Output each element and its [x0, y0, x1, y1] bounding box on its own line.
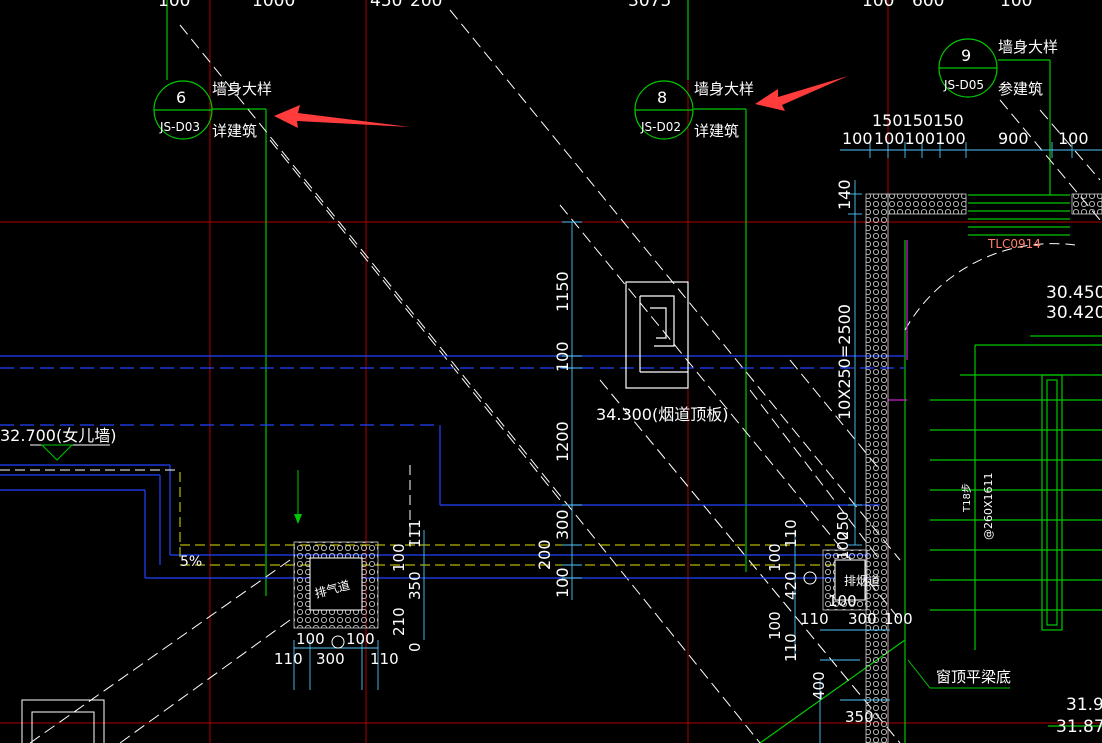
rdim-350: 350 — [845, 708, 874, 726]
callout-9-title: 墙身大样 — [998, 38, 1058, 56]
dim-100100100: 100100100 — [874, 129, 966, 148]
ldim-h100b: 100 — [346, 630, 375, 648]
callout-9-id: 9 — [961, 46, 971, 65]
elevation-30420: 30.420 — [1046, 303, 1102, 323]
top-dim-1: 100 — [158, 0, 190, 11]
rdim-400: 400 — [810, 671, 828, 700]
dim-100-b: 100 — [1058, 129, 1089, 148]
rdim-100: 100 — [766, 543, 784, 572]
smoke-duct-label: 排烟道 — [844, 574, 880, 588]
callout-8-id: 8 — [657, 88, 667, 107]
dim-900: 900 — [998, 129, 1029, 148]
ldim-h110b: 110 — [370, 650, 399, 668]
cad-drawing-canvas[interactable]: 100 1000 450 200 3075 100 600 100 6 JS-D… — [0, 0, 1102, 743]
ldim-350: 350 — [406, 571, 424, 600]
elevation-30450: 30.450 — [1046, 283, 1102, 303]
rdim-110: 110 — [782, 519, 800, 548]
vdim-140: 140 — [835, 179, 854, 210]
ldim-h300: 300 — [316, 650, 345, 668]
vdim-200: 200 — [535, 539, 554, 570]
dim-100-a: 100 — [842, 129, 873, 148]
window-beam-label: 窗顶平梁底 — [936, 668, 1011, 686]
top-dim-5: 3075 — [628, 0, 671, 11]
parapet-annotation: 32.700(女儿墙) — [0, 426, 116, 445]
rdim-h100b: 100 — [884, 610, 913, 628]
slope-label: 5% — [180, 554, 202, 570]
callout-8-note: 详建筑 — [694, 122, 739, 140]
callout-9-note: 参建筑 — [998, 80, 1043, 98]
rdim-h100: 100 — [828, 592, 857, 610]
ldim-111: 111 — [406, 519, 424, 548]
top-dim-8: 100 — [1000, 0, 1032, 11]
vdim-1150: 1150 — [553, 271, 572, 312]
callout-6-title: 墙身大样 — [212, 80, 272, 98]
callout-8-ref: JS-D02 — [640, 120, 681, 134]
door-tag: TLC0914 — [987, 237, 1041, 251]
dim-150150150: 150150150 — [872, 111, 964, 130]
vdim-stair: 10X250=2500 — [835, 304, 854, 420]
top-dim-2: 1000 — [252, 0, 295, 11]
ldim-h100a: 100 — [296, 630, 325, 648]
ldim-100: 100 — [390, 543, 408, 572]
top-dim-4: 200 — [410, 0, 442, 11]
elevation-3187: 31.87 — [1056, 717, 1102, 737]
callout-6-id: 6 — [176, 88, 186, 107]
callout-8-title: 墙身大样 — [694, 80, 754, 98]
rdim-h300: 300 — [848, 610, 877, 628]
rdim-h110: 110 — [800, 610, 829, 628]
rdim-420: 420 — [782, 571, 800, 600]
vdim-1200: 1200 — [553, 421, 572, 462]
callout-6-ref: JS-D03 — [159, 120, 200, 134]
rdim-110b: 110 — [782, 633, 800, 662]
ldim-210: 210 — [390, 607, 408, 636]
vdim-300: 300 — [553, 509, 572, 540]
chimney-top-annotation: 34.300(烟道顶板) — [596, 405, 728, 424]
vdim-100: 100 — [553, 341, 572, 372]
callout-9-ref: JS-D05 — [943, 78, 984, 92]
stair-steps: T18步 — [961, 483, 973, 513]
elevation-319: 31.9 — [1066, 695, 1102, 715]
stair-size: @260X1611 — [982, 472, 995, 540]
rdim-100b: 100 — [834, 531, 852, 560]
ldim-h110a: 110 — [274, 650, 303, 668]
callout-6-note: 详建筑 — [212, 122, 257, 140]
top-dim-3: 450 — [370, 0, 402, 11]
vdim-100b: 100 — [553, 567, 572, 598]
top-dim-6: 100 — [862, 0, 894, 11]
ldim-0: 0 — [406, 642, 424, 652]
rdim-100v: 100 — [766, 611, 784, 640]
top-dim-7: 600 — [912, 0, 944, 11]
